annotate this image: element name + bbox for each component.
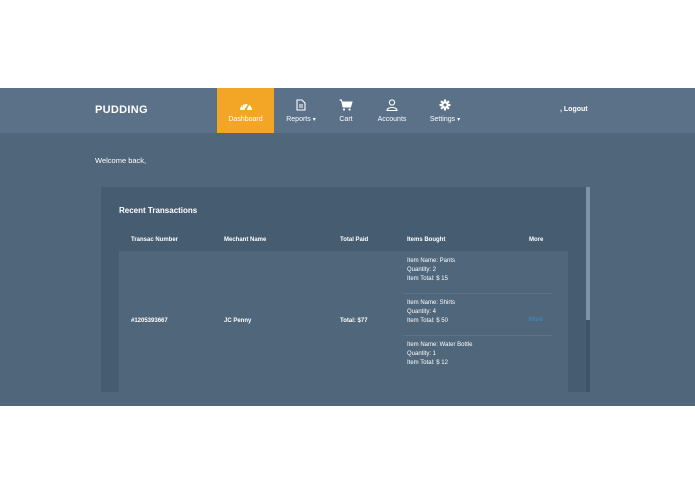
nav-item-reports[interactable]: Reports ▾ — [281, 88, 321, 133]
logout-link[interactable]: , Logout — [560, 106, 588, 113]
list-item: Item Name: Shirts Quantity: 4 Item Total… — [407, 299, 455, 326]
nav-label-reports: Reports — [286, 116, 311, 123]
navbar: PUDDING Dashboard Reports ▾ Cart Accounts — [0, 88, 695, 133]
nav-item-cart[interactable]: Cart — [330, 88, 362, 133]
nav-label-dashboard: Dashboard — [228, 116, 263, 123]
item-name: Item Name: Pants — [407, 258, 456, 264]
header-merchant-name: Mechant Name — [224, 237, 267, 243]
item-quantity: Quantity: 2 — [407, 267, 437, 273]
cart-icon — [339, 98, 353, 112]
chevron-down-icon: ▾ — [312, 117, 316, 123]
nav-item-dashboard[interactable]: Dashboard — [217, 88, 274, 133]
more-link[interactable]: More — [529, 317, 543, 323]
list-item: Item Name: Pants Quantity: 2 Item Total:… — [407, 257, 455, 284]
divider — [403, 293, 553, 294]
nav-label-cart: Cart — [339, 116, 353, 123]
user-icon — [386, 98, 398, 112]
nav-label-settings: Settings — [429, 116, 456, 123]
list-item: Item Name: Water Bottle Quantity: 1 Item… — [407, 341, 472, 368]
header-items-bought: Items Bought — [407, 237, 446, 243]
card-scrollbar[interactable] — [586, 187, 590, 392]
item-name: Item Name: Shirts — [407, 300, 456, 306]
item-name: Item Name: Water Bottle — [407, 342, 473, 348]
total-paid: Total: $77 — [340, 318, 368, 324]
nav-item-accounts[interactable]: Accounts — [372, 88, 412, 133]
header-total-paid: Total Paid — [340, 237, 369, 243]
transactions-card: Recent Transactions Transac Number Mecha… — [101, 187, 586, 392]
item-total: Item Total: $ 15 — [407, 276, 448, 282]
welcome-message: Welcome back, — [95, 156, 147, 165]
item-total: Item Total: $ 50 — [407, 318, 448, 324]
gear-icon — [439, 98, 451, 112]
item-quantity: Quantity: 4 — [407, 309, 437, 315]
merchant-name: JC Penny — [224, 318, 252, 324]
item-total: Item Total: $ 12 — [407, 360, 448, 366]
transaction-number: #1205393667 — [131, 318, 168, 324]
brand-logo[interactable]: PUDDING — [95, 104, 148, 116]
table-header: Transac Number Mechant Name Total Paid I… — [119, 229, 568, 251]
divider — [403, 335, 553, 336]
nav-label-accounts: Accounts — [377, 116, 407, 123]
nav-item-settings[interactable]: Settings ▾ — [425, 88, 465, 133]
item-quantity: Quantity: 1 — [407, 351, 437, 357]
app-root: PUDDING Dashboard Reports ▾ Cart Accounts — [0, 88, 695, 406]
card-title: Recent Transactions — [119, 206, 198, 215]
transactions-table: Transac Number Mechant Name Total Paid I… — [119, 229, 568, 392]
dashboard-icon — [239, 98, 253, 112]
scrollbar-thumb[interactable] — [586, 187, 590, 320]
header-transac-number: Transac Number — [131, 237, 179, 243]
chevron-down-icon: ▾ — [457, 117, 461, 123]
file-icon — [296, 98, 306, 112]
header-more: More — [529, 237, 544, 243]
